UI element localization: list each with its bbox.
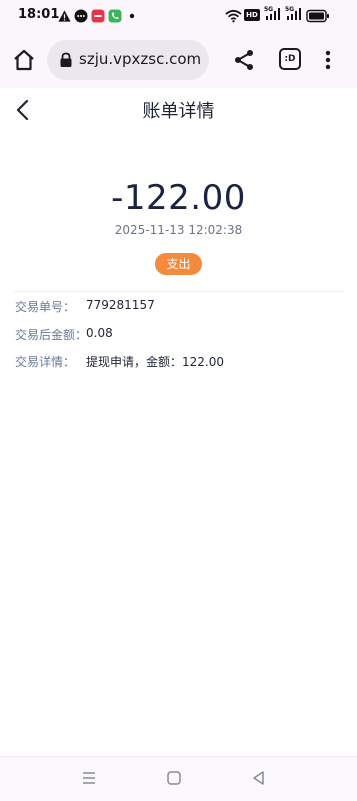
url-text: szju.vpxzsc.com [79, 50, 202, 68]
recent-apps-icon[interactable] [80, 769, 98, 787]
detail-label: 交易单号： [15, 300, 76, 314]
transaction-amount: -122.00 [111, 178, 246, 218]
back-nav-icon[interactable] [250, 769, 268, 787]
detail-row-balance-after: 交易后金额： 0.08 [15, 326, 345, 346]
lock-icon [60, 52, 72, 67]
detail-label: 交易后金额： [15, 328, 88, 342]
detail-value: 0.08 [86, 326, 113, 340]
signal-5g-icon: 5G [285, 6, 305, 24]
signal-5g-icon: 5G [264, 6, 284, 24]
detail-row-description: 交易详情： 提现申请，金额：122.00 [15, 353, 345, 373]
tab-switcher-button[interactable]: :D [279, 48, 301, 70]
address-bar[interactable]: szju.vpxzsc.com [47, 40, 209, 80]
detail-label: 交易详情： [15, 355, 76, 369]
battery-icon [306, 9, 329, 23]
hd-icon: HD [244, 9, 260, 21]
status-time: 18:01 [18, 7, 60, 22]
detail-value: 提现申请，金额：122.00 [86, 355, 224, 369]
detail-value: 779281157 [86, 298, 155, 312]
transaction-type-badge: 支出 [155, 253, 202, 275]
status-bar: 18:01 HD 5G 5G [0, 0, 357, 32]
page-header: 账单详情 [0, 88, 357, 132]
transaction-datetime: 2025-11-13 12:02:38 [114, 223, 243, 237]
warning-icon [58, 10, 71, 22]
phone-icon [108, 9, 122, 23]
more-menu-icon[interactable] [318, 48, 338, 72]
chat-bubble-icon [74, 9, 88, 23]
divider [14, 291, 343, 292]
detail-row-order-number: 交易单号： 779281157 [15, 298, 345, 318]
page-title: 账单详情 [142, 101, 215, 122]
home-nav-icon[interactable] [165, 769, 183, 787]
share-icon[interactable] [232, 48, 256, 72]
app-notification-icon [91, 9, 105, 23]
wifi-icon [225, 9, 242, 23]
browser-toolbar: szju.vpxzsc.com :D [0, 32, 357, 88]
dot-icon [129, 13, 135, 19]
home-icon[interactable] [10, 46, 38, 74]
system-nav-bar [0, 756, 357, 801]
